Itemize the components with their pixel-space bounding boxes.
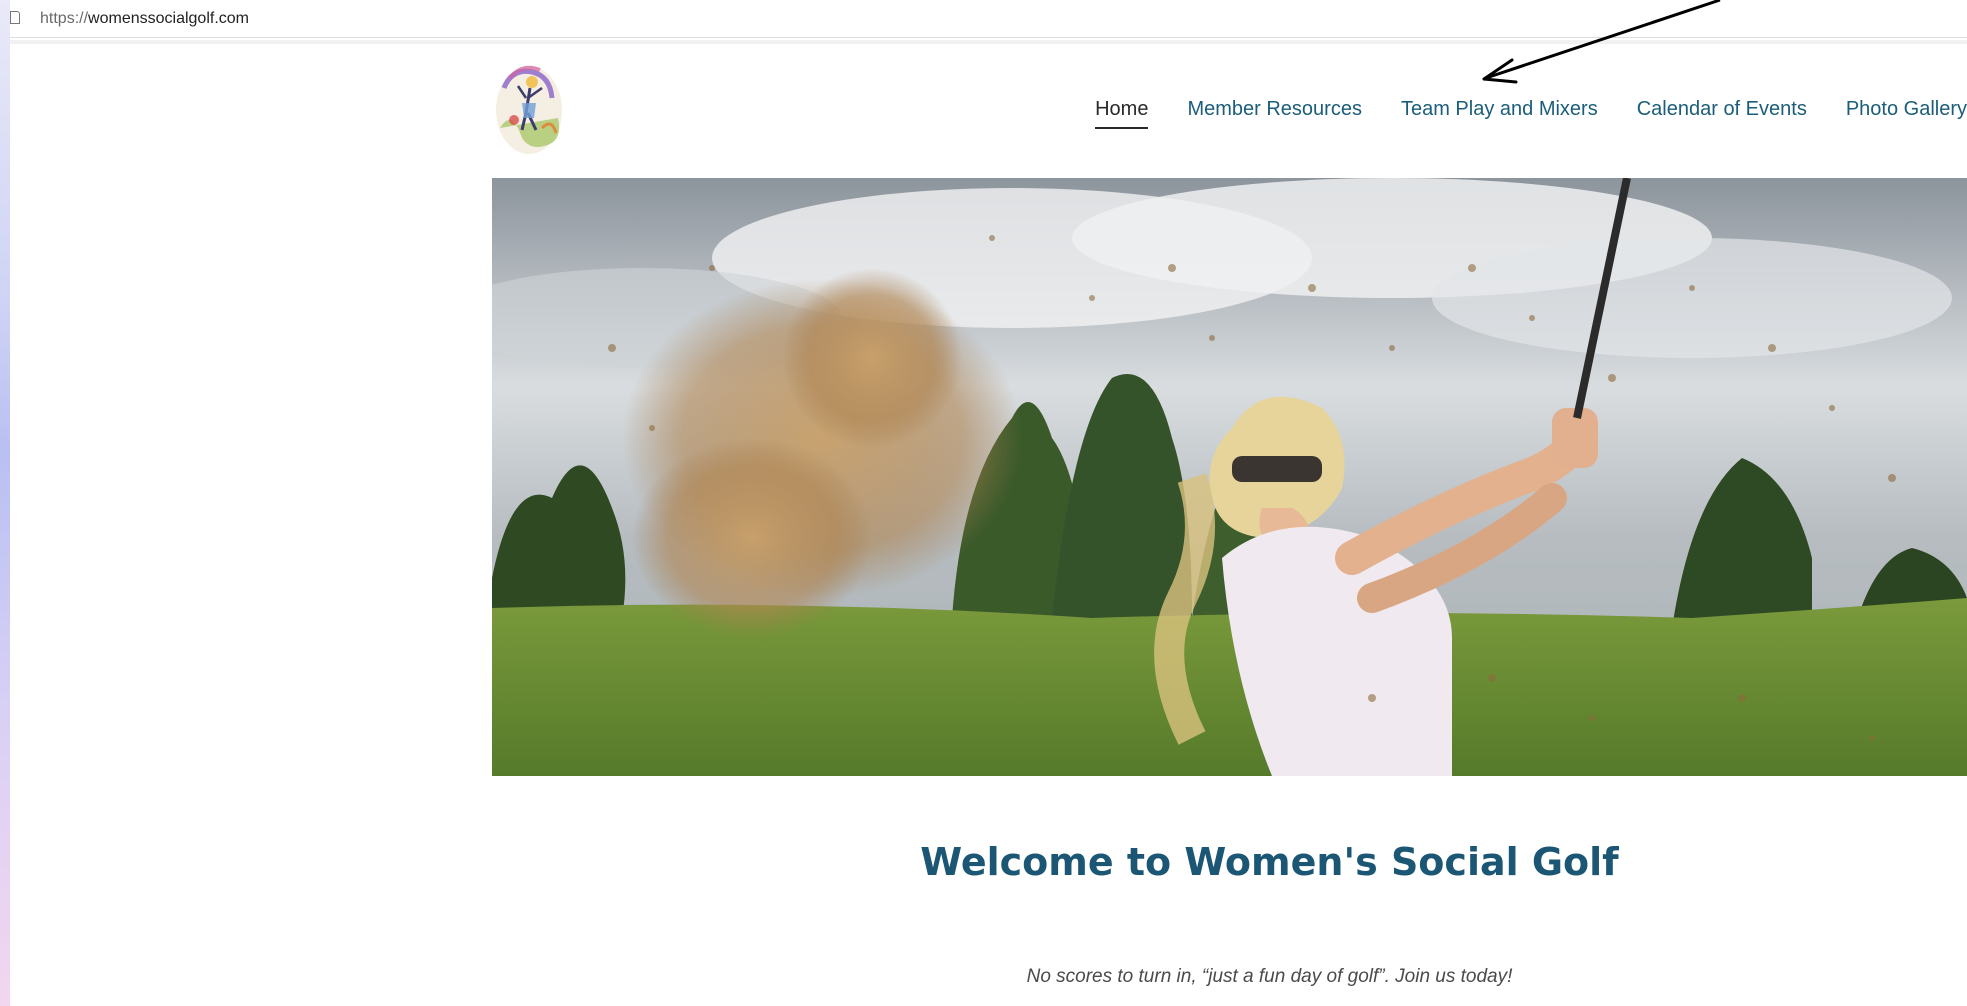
annotation-arrow-icon xyxy=(1482,0,1721,84)
golfer-woman-logo-icon[interactable] xyxy=(492,58,566,158)
nav-member-resources[interactable]: Member Resources xyxy=(1187,98,1362,129)
url-text[interactable]: https://womenssocialgolf.com xyxy=(40,10,249,28)
site-header: Home Member Resources Team Play and Mixe… xyxy=(492,58,1967,168)
nav-photo-gallery[interactable]: Photo Gallery xyxy=(1846,98,1967,129)
nav-calendar-of-events[interactable]: Calendar of Events xyxy=(1637,98,1807,129)
page-title: Welcome to Women's Social Golf xyxy=(920,840,1619,884)
main-nav: Home Member Resources Team Play and Mixe… xyxy=(1056,98,1967,129)
screen: https://womenssocialgolf.com Home Member… xyxy=(0,0,1967,1006)
page-icon xyxy=(10,11,20,24)
nav-home[interactable]: Home xyxy=(1095,98,1149,129)
desktop-edge xyxy=(0,0,10,1006)
url-host: womenssocialgolf.com xyxy=(88,9,249,27)
woman-golfer-bunker-shot-photo xyxy=(492,178,1967,776)
hero-image xyxy=(492,178,1967,776)
nav-team-play-and-mixers[interactable]: Team Play and Mixers xyxy=(1401,98,1598,129)
tagline-text: No scores to turn in, “just a fun day of… xyxy=(1026,966,1513,987)
url-scheme: https:// xyxy=(40,9,89,27)
